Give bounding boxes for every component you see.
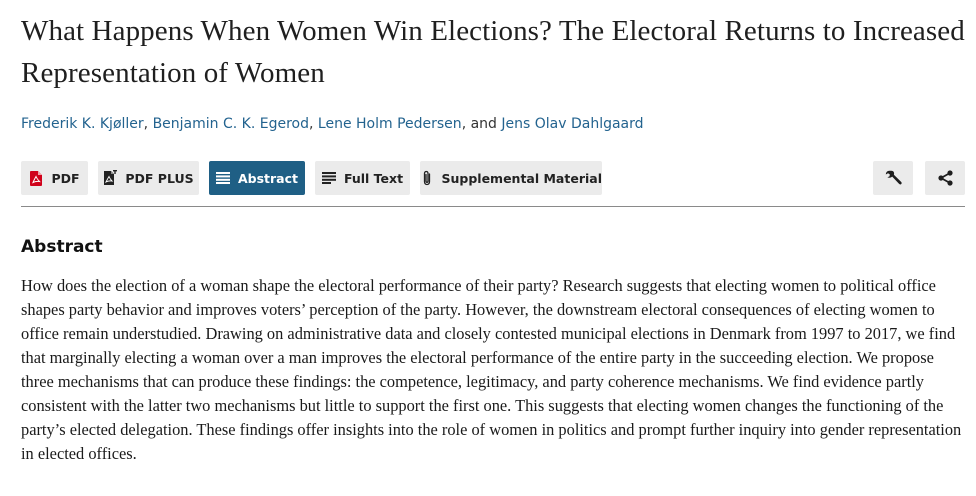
list-icon [215, 170, 230, 186]
paperclip-icon [420, 170, 433, 186]
pdf-icon [29, 170, 43, 186]
full-text-button-label: Full Text [343, 170, 404, 186]
pdf-button-label: PDF [51, 170, 80, 186]
article-title: What Happens When Women Win Elections? T… [21, 15, 965, 89]
supplemental-material-button[interactable]: Supplemental Material [420, 161, 602, 195]
article-page: What Happens When Women Win Elections? T… [21, 0, 965, 463]
author-link-pedersen[interactable]: Lene Holm Pedersen [318, 116, 462, 132]
author-link-dahlgaard[interactable]: Jens Olav Dahlgaard [501, 116, 643, 132]
author-separator-and: , and [461, 116, 502, 132]
pdf-plus-button-label: PDF PLUS [125, 170, 194, 186]
wrench-icon [884, 170, 902, 186]
share-button[interactable] [925, 161, 965, 195]
tools-button[interactable] [873, 161, 913, 195]
pdf-plus-button[interactable]: PDF PLUS [98, 161, 199, 195]
supplemental-material-label: Supplemental Material [441, 170, 602, 186]
toolbar-divider [21, 206, 965, 207]
pdf-button[interactable]: PDF [21, 161, 88, 195]
share-icon [937, 170, 953, 186]
abstract-tab-button[interactable]: Abstract [209, 161, 305, 195]
abstract-text: How does the election of a woman shape t… [21, 276, 962, 463]
author-separator: , [309, 116, 318, 132]
author-list: Frederik K. Kjøller, Benjamin C. K. Eger… [21, 114, 965, 134]
article-toolbar: PDF PDF PLUS Abstract Full Text Suppleme… [21, 161, 965, 195]
abstract-tab-label: Abstract [237, 170, 299, 186]
abstract-heading: Abstract [21, 237, 103, 257]
pdf-plus-icon [103, 170, 118, 186]
author-separator: , [143, 116, 153, 132]
full-text-button[interactable]: Full Text [315, 161, 410, 195]
text-lines-icon [321, 170, 336, 186]
author-link-egerod[interactable]: Benjamin C. K. Egerod [153, 116, 309, 132]
author-link-kjoller[interactable]: Frederik K. Kjøller [21, 116, 144, 132]
